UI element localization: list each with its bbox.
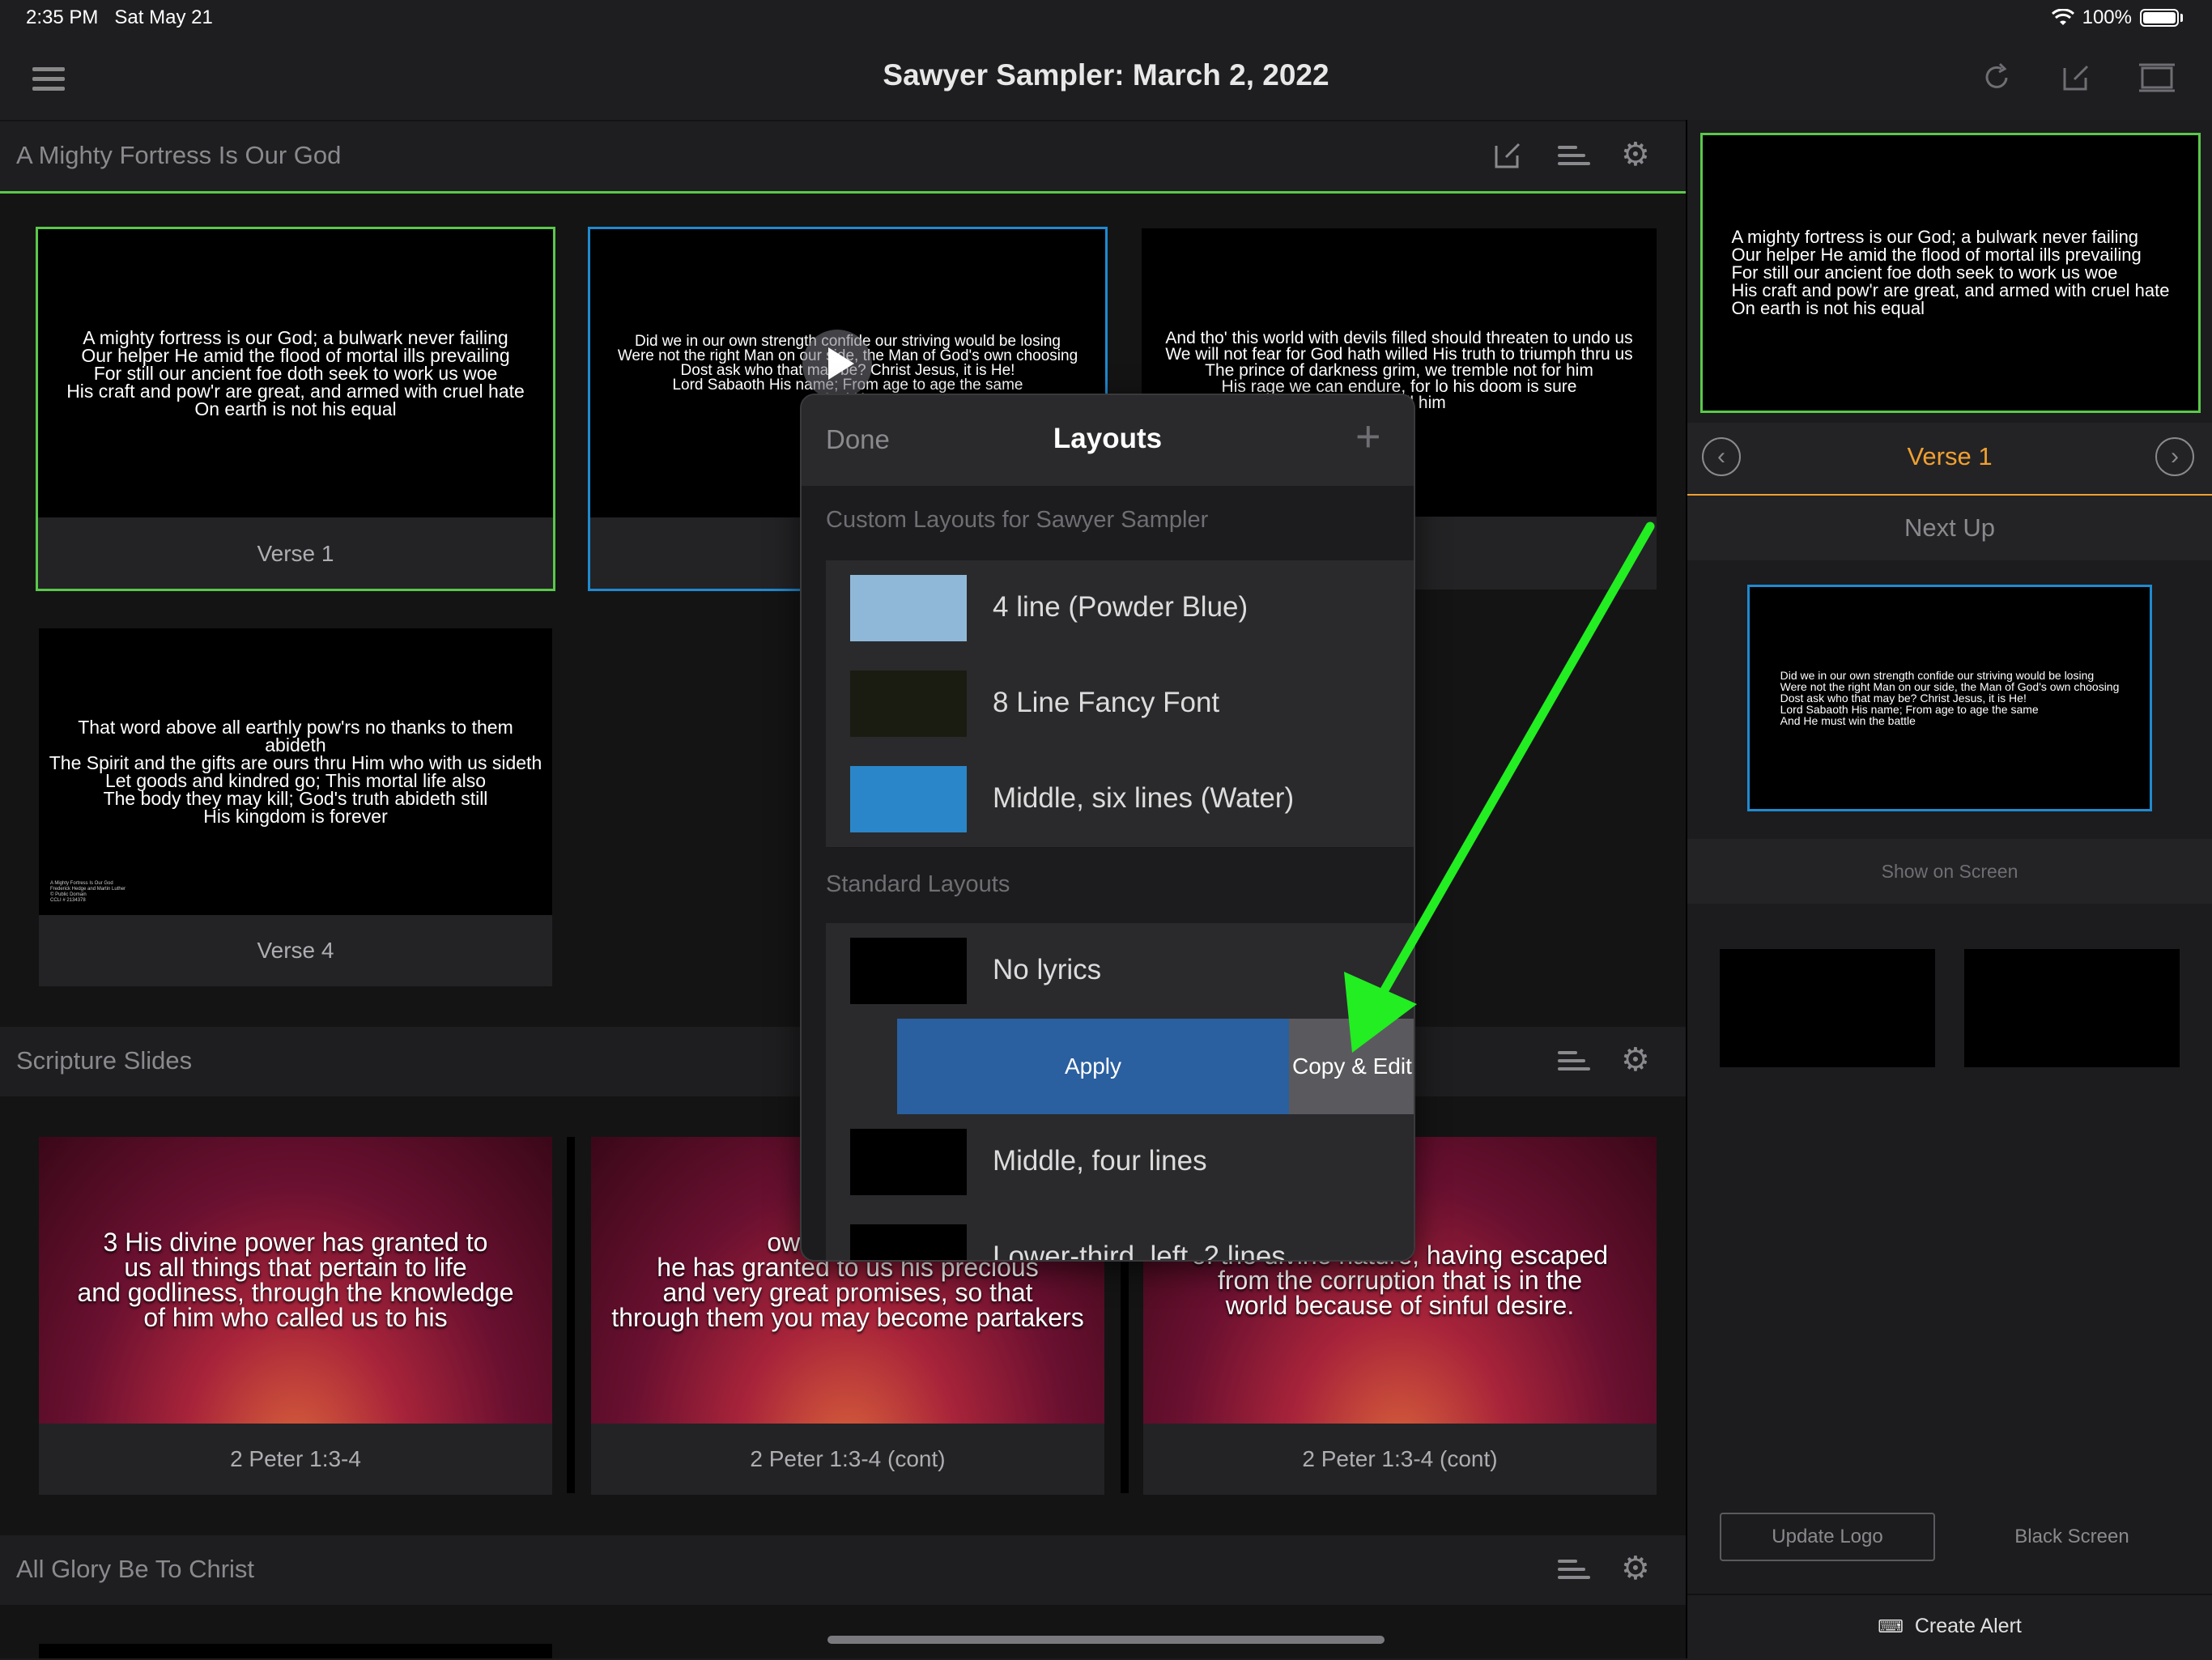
current-slide-label: Verse 1 <box>1907 442 1993 470</box>
apply-button[interactable]: Apply <box>897 1019 1289 1114</box>
drag-handle[interactable] <box>567 1137 575 1493</box>
chevron-right-icon: › <box>2171 443 2179 470</box>
section-header-glory[interactable]: All Glory Be To Christ ⚙ <box>0 1535 1686 1605</box>
layout-list-icon[interactable] <box>1558 141 1590 170</box>
layout-thumbnail <box>850 670 967 737</box>
custom-layouts-header: Custom Layouts for Sawyer Sampler <box>802 486 1414 555</box>
layout-label: No lyrics <box>993 954 1102 985</box>
slide-label: 2 Peter 1:3-4 (cont) <box>750 1446 946 1471</box>
layout-thumbnail <box>850 575 967 641</box>
layout-row-middle-four[interactable]: Middle, four lines <box>826 1114 1414 1211</box>
current-slide-nav: ‹ Verse 1 › <box>1687 423 2212 496</box>
battery-icon <box>2140 9 2179 27</box>
clock: 2:35 PM <box>26 6 99 28</box>
status-time: 2:35 PM Sat May 21 <box>26 6 213 29</box>
show-on-screen-label: Show on Screen <box>1881 861 2018 882</box>
layout-row-swiped: Apply Copy & Edit <box>826 1019 1414 1114</box>
slide-label: Verse 1 <box>257 541 334 566</box>
section-label: Standard Layouts <box>826 871 1010 897</box>
current-slide-preview[interactable]: A mighty fortress is our God; a bulwark … <box>1700 133 2201 413</box>
slide-text: 3 His divine power has granted to us all… <box>77 1228 514 1332</box>
gear-icon[interactable]: ⚙ <box>1621 1550 1650 1587</box>
popover-header: Done Layouts + <box>802 395 1414 487</box>
slide-footer: A Mighty Fortress Is Our God Frederick H… <box>50 881 126 903</box>
screen-icon[interactable] <box>2138 62 2176 94</box>
slide-lyrics: A mighty fortress is our God; a bulwark … <box>66 327 525 419</box>
slide-label: 2 Peter 1:3-4 (cont) <box>1302 1446 1498 1471</box>
standard-layouts-header: Standard Layouts <box>802 850 1414 920</box>
layout-row-water[interactable]: Middle, six lines (Water) <box>826 751 1414 848</box>
current-lyrics: A mighty fortress is our God; a bulwark … <box>1731 227 2170 318</box>
status-bar <box>0 0 2212 39</box>
popover-title: Layouts <box>1053 423 1163 454</box>
slide-verse-4[interactable]: That word above all earthly pow'rs no th… <box>39 628 552 986</box>
home-indicator <box>827 1636 1385 1644</box>
next-up-header: Next Up <box>1687 496 2212 560</box>
show-on-screen-bar: Show on Screen <box>1687 839 2212 904</box>
black-screen-button[interactable]: Black Screen <box>1964 1513 2180 1561</box>
edit-icon[interactable] <box>2060 62 2092 94</box>
layout-thumbnail <box>850 938 967 1004</box>
battery-percent: 100% <box>2082 6 2132 28</box>
layout-thumbnail <box>850 766 967 832</box>
play-icon <box>828 347 854 380</box>
refresh-icon[interactable] <box>1979 60 2014 96</box>
next-lyrics: Did we in our own strength confide our s… <box>1780 669 2120 727</box>
layout-row-no-lyrics[interactable]: No lyrics <box>826 923 1414 1019</box>
layout-label: 8 Line Fancy Font <box>993 687 1220 718</box>
layout-row-lower-third[interactable]: Lower-third, left, 2 lines <box>826 1210 1414 1262</box>
layout-label: Middle, four lines <box>993 1145 1207 1177</box>
section-title: Scripture Slides <box>16 1046 193 1075</box>
logo-thumbnail[interactable] <box>1720 949 1935 1067</box>
page-title: Sawyer Sampler: March 2, 2022 <box>883 58 1329 92</box>
annotation-arrow-icon <box>1344 521 1655 1053</box>
section-header-fortress[interactable]: A Mighty Fortress Is Our God ⚙ <box>0 121 1686 194</box>
section-label: Custom Layouts for Sawyer Sampler <box>826 507 1209 533</box>
slide-scripture-1[interactable]: 3 His divine power has granted to us all… <box>39 1137 552 1495</box>
layout-label: 4 line (Powder Blue) <box>993 591 1249 623</box>
next-slide-preview[interactable]: Did we in our own strength confide our s… <box>1747 585 2152 811</box>
update-logo-button[interactable]: Update Logo <box>1720 1513 1935 1561</box>
section-title: All Glory Be To Christ <box>16 1555 255 1583</box>
status-indicators: 100% <box>2051 6 2183 29</box>
add-layout-button[interactable]: + <box>1355 411 1381 462</box>
layout-label: Lower-third, left, 2 lines <box>993 1241 1286 1262</box>
play-button[interactable] <box>802 330 872 399</box>
black-screen-thumbnail[interactable] <box>1964 949 2180 1067</box>
layout-row-powder-blue[interactable]: 4 line (Powder Blue) <box>826 560 1414 657</box>
keyboard-icon: ⌨ <box>1878 1616 1904 1637</box>
layout-thumbnail <box>850 1129 967 1195</box>
layout-list-icon[interactable] <box>1558 1555 1590 1584</box>
create-alert-label: Create Alert <box>1914 1615 2022 1637</box>
edit-icon[interactable] <box>1491 139 1524 172</box>
section-title: A Mighty Fortress Is Our God <box>16 141 342 169</box>
slide-label: 2 Peter 1:3-4 <box>230 1446 361 1471</box>
layouts-popover: Done Layouts + Custom Layouts for Sawyer… <box>800 394 1415 1262</box>
slide-lyrics: That word above all earthly pow'rs no th… <box>49 717 542 827</box>
slide-label: Verse 4 <box>257 938 334 963</box>
create-alert-bar[interactable]: ⌨ Create Alert <box>1687 1594 2212 1660</box>
layout-row-fancy-font[interactable]: 8 Line Fancy Font <box>826 656 1414 752</box>
gear-icon[interactable]: ⚙ <box>1621 136 1650 173</box>
next-up-label: Next Up <box>1904 513 1995 542</box>
layout-label: Middle, six lines (Water) <box>993 782 1295 814</box>
layout-thumbnail <box>850 1224 967 1260</box>
slide-verse-1[interactable]: A mighty fortress is our God; a bulwark … <box>36 227 555 591</box>
date: Sat May 21 <box>114 6 213 28</box>
wifi-icon <box>2051 9 2074 25</box>
next-slide-button[interactable]: › <box>2155 437 2194 476</box>
slide-glory-1[interactable] <box>39 1644 552 1658</box>
